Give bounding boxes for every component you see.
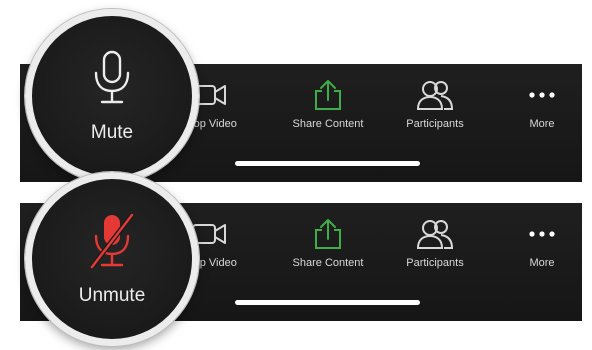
more-label: More	[529, 118, 555, 130]
share-content-label: Share Content	[292, 118, 364, 130]
microphone-icon	[90, 49, 134, 112]
more-button[interactable]: More	[482, 78, 592, 130]
more-icon	[522, 217, 562, 251]
share-content-button[interactable]: Share Content	[268, 78, 388, 130]
screenshot-frame: Stop Video Share Content Participants Mo…	[0, 0, 592, 350]
participants-button[interactable]: Participants	[375, 78, 495, 130]
participants-label: Participants	[406, 257, 464, 269]
participants-icon	[415, 217, 455, 251]
share-content-label: Share Content	[292, 257, 364, 269]
microphone-muted-icon	[88, 212, 136, 275]
participants-icon	[415, 78, 455, 112]
share-icon	[308, 78, 348, 112]
mute-button[interactable]: Mute	[25, 9, 199, 183]
unmute-label: Unmute	[78, 284, 146, 306]
more-label: More	[529, 257, 555, 269]
mute-label: Mute	[90, 121, 134, 143]
more-button[interactable]: More	[482, 217, 592, 269]
home-indicator	[235, 161, 420, 166]
participants-button[interactable]: Participants	[375, 217, 495, 269]
home-indicator	[235, 300, 420, 305]
share-content-button[interactable]: Share Content	[268, 217, 388, 269]
share-icon	[308, 217, 348, 251]
unmute-button[interactable]: Unmute	[25, 172, 199, 346]
participants-label: Participants	[406, 118, 464, 130]
more-icon	[522, 78, 562, 112]
